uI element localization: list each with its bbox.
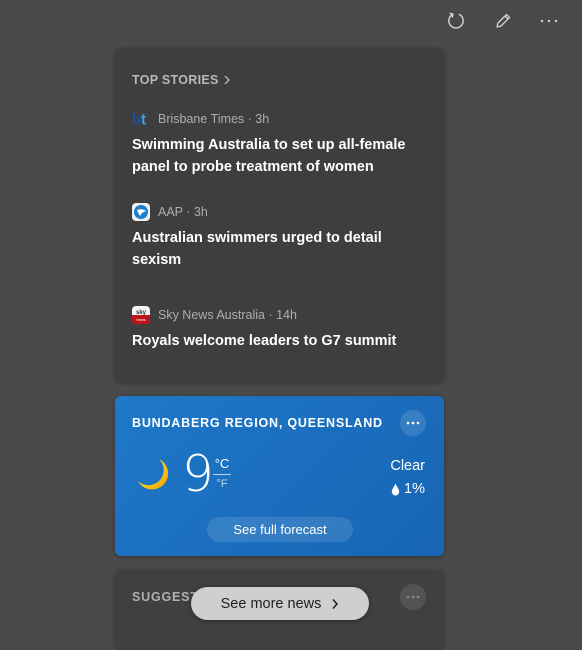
story-headline[interactable]: Swimming Australia to set up all-female …: [132, 134, 424, 178]
story-item[interactable]: AAP · 3h Australian swimmers urged to de…: [132, 203, 424, 271]
story-source: AAP · 3h: [158, 205, 208, 219]
story-item[interactable]: sky news Sky News Australia · 14h Royals…: [132, 306, 424, 352]
refresh-button[interactable]: [443, 8, 469, 34]
chevron-right-icon: [332, 598, 339, 609]
aap-logo: [132, 203, 150, 221]
celsius-unit[interactable]: °C: [213, 456, 231, 472]
more-horizontal-icon: [540, 19, 558, 23]
story-item[interactable]: b t Brisbane Times · 3h Swimming Austral…: [132, 110, 424, 178]
chevron-right-icon: [224, 75, 230, 85]
temperature-unit-toggle: °C °F: [213, 456, 231, 491]
weather-card[interactable]: BUNDABERG REGION, QUEENSLAND 9 °C °F Cle…: [115, 396, 444, 556]
unit-divider: [213, 474, 231, 475]
weather-location: BUNDABERG REGION, QUEENSLAND: [132, 416, 383, 430]
brisbane-times-logo: b t: [132, 110, 150, 128]
suggested-more-button[interactable]: [400, 584, 426, 610]
moon-icon: [135, 456, 173, 499]
weather-more-button[interactable]: [400, 410, 426, 436]
story-source: Brisbane Times · 3h: [158, 112, 270, 126]
sky-news-logo: sky news: [132, 306, 150, 324]
story-headline[interactable]: Royals welcome leaders to G7 summit: [132, 330, 424, 352]
top-stories-title: TOP STORIES: [132, 73, 219, 87]
pencil-icon: [496, 13, 511, 28]
top-stories-header[interactable]: TOP STORIES: [132, 73, 231, 87]
svg-text:b: b: [132, 111, 141, 127]
fahrenheit-unit[interactable]: °F: [213, 477, 231, 491]
svg-text:news: news: [136, 317, 145, 322]
more-options-button[interactable]: [536, 8, 562, 34]
svg-text:sky: sky: [136, 310, 147, 316]
refresh-icon: [448, 12, 464, 29]
precipitation-value: 1%: [404, 481, 425, 497]
top-stories-card: TOP STORIES b t Brisbane Times · 3h Swim…: [115, 48, 444, 382]
raindrop-icon: [391, 483, 400, 495]
weather-condition: Clear: [390, 458, 425, 474]
svg-text:t: t: [141, 111, 146, 127]
suggested-title: SUGGEST: [132, 590, 199, 604]
see-full-forecast-button[interactable]: See full forecast: [207, 517, 353, 542]
more-horizontal-icon: [406, 595, 420, 599]
weather-precipitation: 1%: [391, 481, 425, 497]
top-toolbar: [422, 0, 582, 42]
story-source: Sky News Australia · 14h: [158, 308, 297, 322]
see-more-news-label: See more news: [220, 595, 322, 612]
weather-temperature: 9: [182, 445, 214, 503]
story-headline[interactable]: Australian swimmers urged to detail sexi…: [132, 227, 424, 271]
edit-button[interactable]: [490, 8, 516, 34]
see-more-news-button[interactable]: See more news: [191, 587, 369, 620]
more-horizontal-icon: [406, 421, 420, 425]
